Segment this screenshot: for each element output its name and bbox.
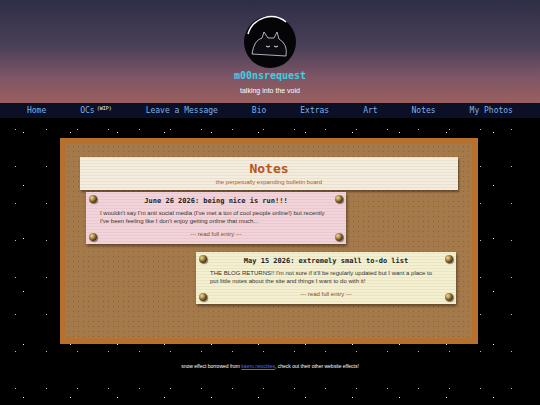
note-card[interactable]: May 15 2026: extremely small to-do list T…: [196, 252, 456, 304]
pin-icon: [445, 293, 453, 301]
pin-icon: [199, 293, 207, 301]
pin-icon: [199, 255, 207, 263]
read-more-link[interactable]: --- read full entry ---: [190, 231, 242, 237]
board-title: Notes: [249, 162, 288, 175]
note-excerpt: I wouldn't say I'm anti social media (I'…: [100, 209, 332, 225]
corkboard: Notes the perpetually expanding bulletin …: [60, 138, 478, 344]
note-title: June 26 2026: being nice is run!!!: [144, 197, 287, 205]
note-title: May 15 2026: extremely small to-do list: [244, 257, 408, 265]
nav-bar: Home OCs(WIP) Leave a Message Bio Extras Art N…: [0, 103, 540, 118]
nav-link[interactable]: Leave a Message: [146, 107, 218, 115]
pin-icon: [445, 255, 453, 263]
nav-link[interactable]: OCs(WIP): [80, 107, 112, 115]
note-card[interactable]: June 26 2026: being nice is run!!! I woul…: [86, 192, 346, 244]
footer-link[interactable]: kaeru.neocities: [241, 363, 275, 369]
nav-link[interactable]: Extras: [300, 107, 329, 115]
pin-icon: [335, 233, 343, 241]
board-header: Notes the perpetually expanding bulletin …: [80, 157, 458, 190]
pin-icon: [335, 195, 343, 203]
pin-icon: [89, 233, 97, 241]
nav-badge: (WIP): [97, 105, 112, 111]
note-excerpt: THE BLOG RETURNS!! I'm not sure if it'll…: [210, 269, 442, 285]
site-tagline: talking into the void: [240, 87, 300, 94]
board-subtitle: the perpetually expanding bulletin board: [216, 179, 322, 185]
footer: snow effect borrowed from kaeru.neocitie…: [0, 364, 540, 377]
nav-link[interactable]: Home: [27, 107, 46, 115]
pin-icon: [89, 195, 97, 203]
site-title[interactable]: m00nsrequest: [234, 71, 306, 81]
nav-link[interactable]: My Photos: [470, 107, 513, 115]
read-more-link[interactable]: --- read full entry ---: [300, 291, 352, 297]
nav-link[interactable]: Art: [363, 107, 377, 115]
page: m00nsrequest talking into the void Home OCs…: [0, 0, 540, 405]
footer-credit: snow effect borrowed from kaeru.neocitie…: [181, 364, 359, 369]
moon-cat-logo-icon: [240, 14, 300, 70]
nav-link[interactable]: Notes: [412, 107, 436, 115]
site-header: m00nsrequest talking into the void: [0, 0, 540, 103]
nav-link[interactable]: Bio: [252, 107, 266, 115]
